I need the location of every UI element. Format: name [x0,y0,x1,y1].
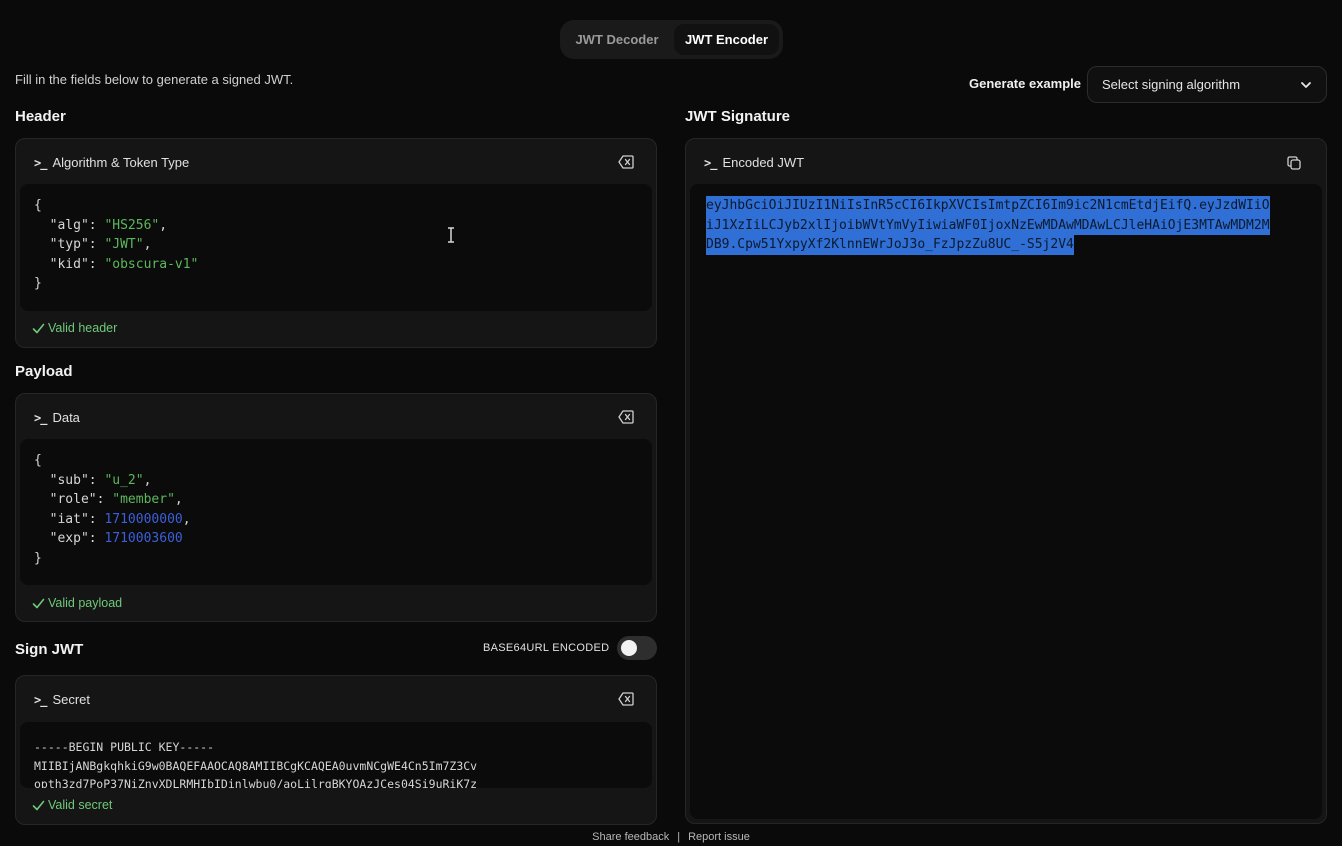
signature-section-title: JWT Signature [685,108,791,125]
share-feedback-link[interactable]: Share feedback [592,831,669,843]
secret-card: >_ Secret -----BEGIN PUBLIC KEY----- MIIB… [15,675,657,825]
payload-valid-text: Valid payload [48,596,123,610]
check-icon [32,323,45,333]
header-card: >_ Algorithm & Token Type { "alg": "HS25… [15,138,657,348]
jwt-line: iJ1XzIiLCJyb2xlIjoibWVtYmVyIiwiaWF0IjoxN… [706,215,1270,235]
secret-card-title: >_ Secret [34,692,90,707]
payload-valid-status: Valid payload [32,596,122,610]
check-icon [32,800,45,810]
signing-algorithm-select[interactable]: Select signing algorithm [1087,66,1327,103]
generate-example-label: Generate example [969,76,1082,91]
payload-card-title: >_ Data [34,410,80,425]
clear-icon[interactable] [618,410,634,424]
footer: Share feedback | Report issue [0,831,1342,843]
base64url-toggle-label: BASE64URL ENCODED [483,642,610,654]
check-icon [32,598,45,608]
secret-card-label: Secret [52,692,91,707]
terminal-prompt-icon: >_ [704,155,717,170]
secret-line: -----BEGIN PUBLIC KEY----- [34,740,215,754]
tab-jwt-encoder[interactable]: JWT Encoder [674,24,779,55]
clear-icon[interactable] [618,692,634,706]
copy-icon[interactable] [1286,155,1302,171]
terminal-prompt-icon: >_ [34,410,47,425]
select-placeholder: Select signing algorithm [1102,77,1241,92]
terminal-prompt-icon: >_ [34,692,47,707]
terminal-prompt-icon: >_ [34,155,47,170]
report-issue-link[interactable]: Report issue [688,831,750,843]
jwt-line: eyJhbGciOiJIUzI1NiIsInR5cCI6IkpXVCIsImtp… [706,196,1270,216]
header-card-label: Algorithm & Token Type [52,155,190,170]
alg-value: "HS256" [104,217,160,233]
text-cursor-icon [448,227,454,243]
intro-text: Fill in the fields below to generate a s… [15,72,294,87]
typ-value: "JWT" [104,237,144,253]
exp-value: 1710003600 [104,531,183,547]
role-value: "member" [112,492,175,508]
tab-jwt-decoder[interactable]: JWT Decoder [564,24,670,55]
payload-card: >_ Data { "sub": "u_2", "role": "member"… [15,393,657,622]
base64url-toggle[interactable] [617,636,657,660]
iat-value: 1710000000 [104,511,183,527]
header-card-title: >_ Algorithm & Token Type [34,155,189,170]
secret-editor[interactable]: -----BEGIN PUBLIC KEY----- MIIBIjANBgkqhk… [20,722,652,788]
header-valid-status: Valid header [32,321,117,335]
secret-line: opth3zd7PoP37NiZnvXDLRMHIbIDinlwbu0/aoLi… [34,777,478,788]
encoded-jwt-label: Encoded JWT [722,155,805,170]
secret-valid-text: Valid secret [48,798,113,812]
chevron-down-icon [1301,82,1311,88]
payload-section-title: Payload [15,363,73,380]
clear-icon[interactable] [618,155,634,169]
secret-line: MIIBIjANBgkqhkiG9w0BAQEFAAOCAQ8AMIIBCgKC… [34,758,478,773]
mode-switcher: JWT Decoder JWT Encoder [560,20,783,59]
toggle-knob [621,640,637,656]
payload-editor[interactable]: { "sub": "u_2", "role": "member", "iat":… [20,439,652,585]
header-editor[interactable]: { "alg": "HS256", "typ": "JWT", "kid": "… [20,184,652,311]
secret-valid-status: Valid secret [32,798,112,812]
encoded-jwt-card: >_ Encoded JWT eyJhbGciOiJIUzI1NiIsInR5c… [685,138,1327,824]
encoded-jwt-output[interactable]: eyJhbGciOiJIUzI1NiIsInR5cCI6IkpXVCIsImtp… [690,184,1322,819]
sign-section-title: Sign JWT [15,641,84,658]
kid-value: "obscura-v1" [104,256,199,272]
header-section-title: Header [15,108,66,125]
sub-value: "u_2" [104,472,144,488]
encoded-jwt-card-title: >_ Encoded JWT [704,155,804,170]
header-valid-text: Valid header [48,321,118,335]
payload-card-label: Data [52,410,80,425]
jwt-line: DB9.Cpw51YxpyXf2KlnnEWrJoJ3o_FzJpzZu8UC_… [706,235,1074,255]
footer-separator: | [677,831,681,843]
